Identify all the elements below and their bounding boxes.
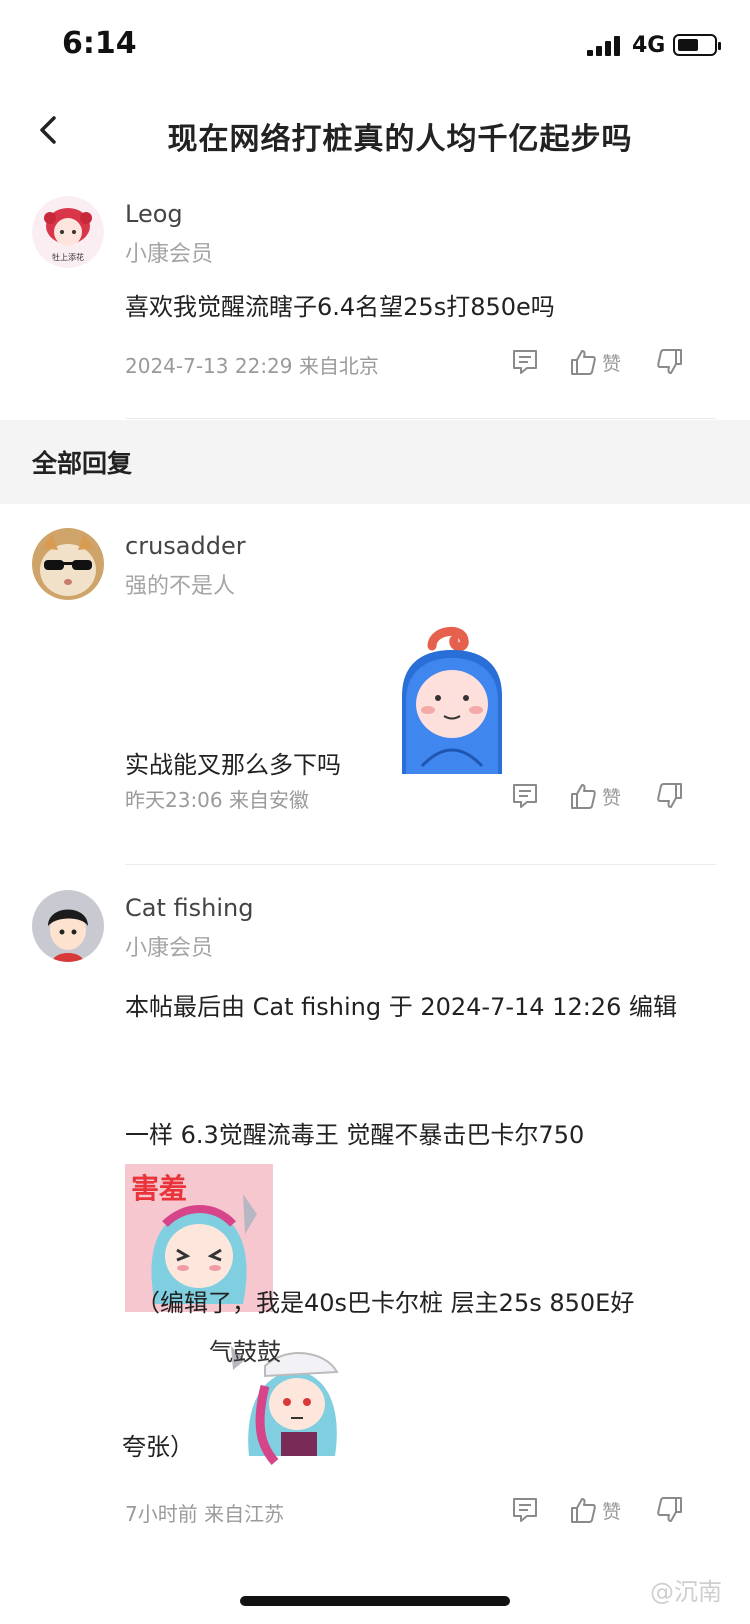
sticker-image: 气鼓鼓 (205, 1326, 353, 1474)
user-role: 强的不是人 (125, 574, 236, 599)
dislike-button[interactable] (655, 778, 685, 814)
username[interactable]: crusadder (125, 532, 246, 560)
dislike-button[interactable] (655, 344, 685, 380)
watermark: @沉南 (650, 1578, 722, 1606)
user-role: 小康会员 (125, 936, 214, 961)
network-type: 4G (632, 33, 666, 58)
status-time: 6:14 (62, 26, 137, 61)
username[interactable]: Cat fishing (125, 894, 253, 922)
avatar[interactable]: 牡上添花 (32, 196, 104, 268)
reply-content-line: 夸张） (122, 1433, 194, 1461)
comment-icon (513, 350, 537, 374)
back-button[interactable] (30, 110, 70, 150)
post-content: 喜欢我觉醒流瞎子6.4名望25s打850e吗 (125, 293, 555, 321)
signal-icon (587, 36, 623, 56)
reply-meta: 昨天23:06 来自安徽 (125, 788, 309, 812)
comment-icon (513, 1498, 537, 1522)
thumbs-up-icon (571, 1498, 596, 1523)
avatar[interactable] (32, 890, 104, 962)
comment-button[interactable] (510, 344, 540, 380)
like-button[interactable]: 赞 (568, 344, 621, 380)
avatar-caption: 牡上添花 (52, 252, 84, 262)
username[interactable]: Leog (125, 200, 183, 228)
post-actions: 赞 (510, 344, 715, 380)
reply-content: 实战能叉那么多下吗 (125, 751, 341, 779)
replies-section-header: 全部回复 (0, 420, 750, 504)
reply-actions: 赞 (510, 1492, 715, 1528)
dislike-button[interactable] (655, 1492, 685, 1528)
chevron-left-icon (40, 116, 56, 144)
avatar[interactable] (32, 528, 104, 600)
thumbs-down-icon (657, 1497, 682, 1522)
like-label: 赞 (602, 1500, 622, 1523)
reply-content-line: （编辑了，我是40s巴卡尔桩 层主25s 850E好 (136, 1289, 635, 1317)
like-label: 赞 (602, 786, 622, 809)
status-bar: 6:14 4G (0, 0, 750, 92)
comment-button[interactable] (510, 778, 540, 814)
section-label: 全部回复 (32, 449, 133, 478)
thumbs-down-icon (657, 349, 682, 374)
like-button[interactable]: 赞 (568, 1492, 621, 1528)
thumbs-down-icon (657, 783, 682, 808)
divider (125, 418, 716, 419)
like-label: 赞 (602, 352, 622, 375)
reply-content-line: 一样 6.3觉醒流毒王 觉醒不暴击巴卡尔750 (125, 1121, 585, 1149)
comment-button[interactable] (510, 1492, 540, 1528)
thumbs-up-icon (571, 784, 596, 809)
reply-item: Cat fishing 小康会员 本帖最后由 Cat fishing 于 202… (0, 890, 750, 1610)
sticker-caption: 气鼓鼓 (209, 1338, 281, 1366)
page-title: 现在网络打桩真的人均千亿起步吗 (167, 122, 633, 157)
user-role: 小康会员 (125, 242, 214, 267)
post-meta: 2024-7-13 22:29 来自北京 (125, 354, 379, 378)
original-post: 牡上添花 Leog 小康会员 喜欢我觉醒流瞎子6.4名望25s打850e吗 20… (0, 196, 750, 420)
sticker-image (392, 626, 512, 774)
reply-item: crusadder 强的不是人 实战能叉那么多下吗 昨天23:06 来自安徽 赞 (0, 528, 750, 865)
reply-meta: 7小时前 来自江苏 (125, 1502, 285, 1526)
comment-icon (513, 784, 537, 808)
edit-note: 本帖最后由 Cat fishing 于 2024-7-14 12:26 编辑 (125, 993, 677, 1021)
divider (125, 864, 716, 865)
like-button[interactable]: 赞 (568, 778, 621, 814)
header-bar: 现在网络打桩真的人均千亿起步吗 (0, 92, 750, 178)
thumbs-up-icon (571, 350, 596, 375)
battery-icon (673, 34, 721, 56)
home-indicator[interactable] (240, 1596, 510, 1606)
reply-actions: 赞 (510, 778, 715, 814)
sticker-caption: 害羞 (131, 1172, 187, 1205)
